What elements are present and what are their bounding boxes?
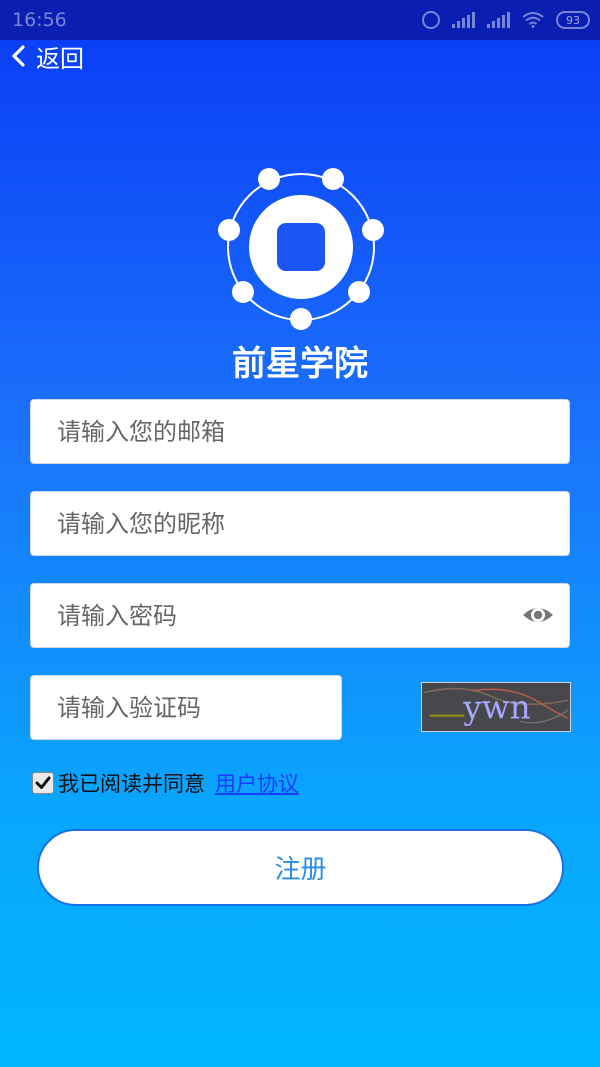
nickname-input[interactable] — [57, 492, 569, 555]
register-button[interactable]: 注册 — [37, 829, 564, 906]
captcha-image[interactable]: ywn — [421, 682, 571, 732]
password-field[interactable] — [30, 583, 570, 648]
status-time: 16:56 — [12, 9, 67, 31]
captcha-input[interactable] — [57, 676, 341, 739]
signal-icon — [452, 12, 475, 28]
agreement-link[interactable]: 用户协议 — [215, 768, 299, 798]
brand-title: 前星学院 — [232, 344, 368, 384]
wifi-icon — [522, 12, 544, 28]
back-button[interactable]: 返回 — [10, 40, 84, 73]
email-field[interactable] — [30, 399, 570, 464]
chevron-left-icon — [12, 45, 25, 67]
agree-text: 我已阅读并同意 — [58, 772, 205, 796]
password-input[interactable] — [57, 584, 509, 647]
agree-checkbox[interactable] — [32, 772, 54, 794]
alarm-icon — [422, 11, 440, 29]
signal-icon — [487, 12, 510, 28]
status-icons: 93 — [422, 11, 590, 29]
captcha-text: ywn — [462, 689, 530, 727]
nickname-field[interactable] — [30, 491, 570, 556]
checkmark-icon — [35, 776, 51, 789]
status-bar: 16:56 93 — [0, 0, 600, 40]
app-logo-icon — [218, 168, 384, 330]
captcha-field[interactable] — [30, 675, 342, 740]
agreement-row: 我已阅读并同意 用户协议 — [32, 768, 299, 798]
back-label: 返回 — [36, 44, 84, 73]
email-input[interactable] — [57, 400, 569, 463]
eye-icon[interactable] — [521, 602, 555, 628]
battery-icon: 93 — [556, 11, 590, 29]
